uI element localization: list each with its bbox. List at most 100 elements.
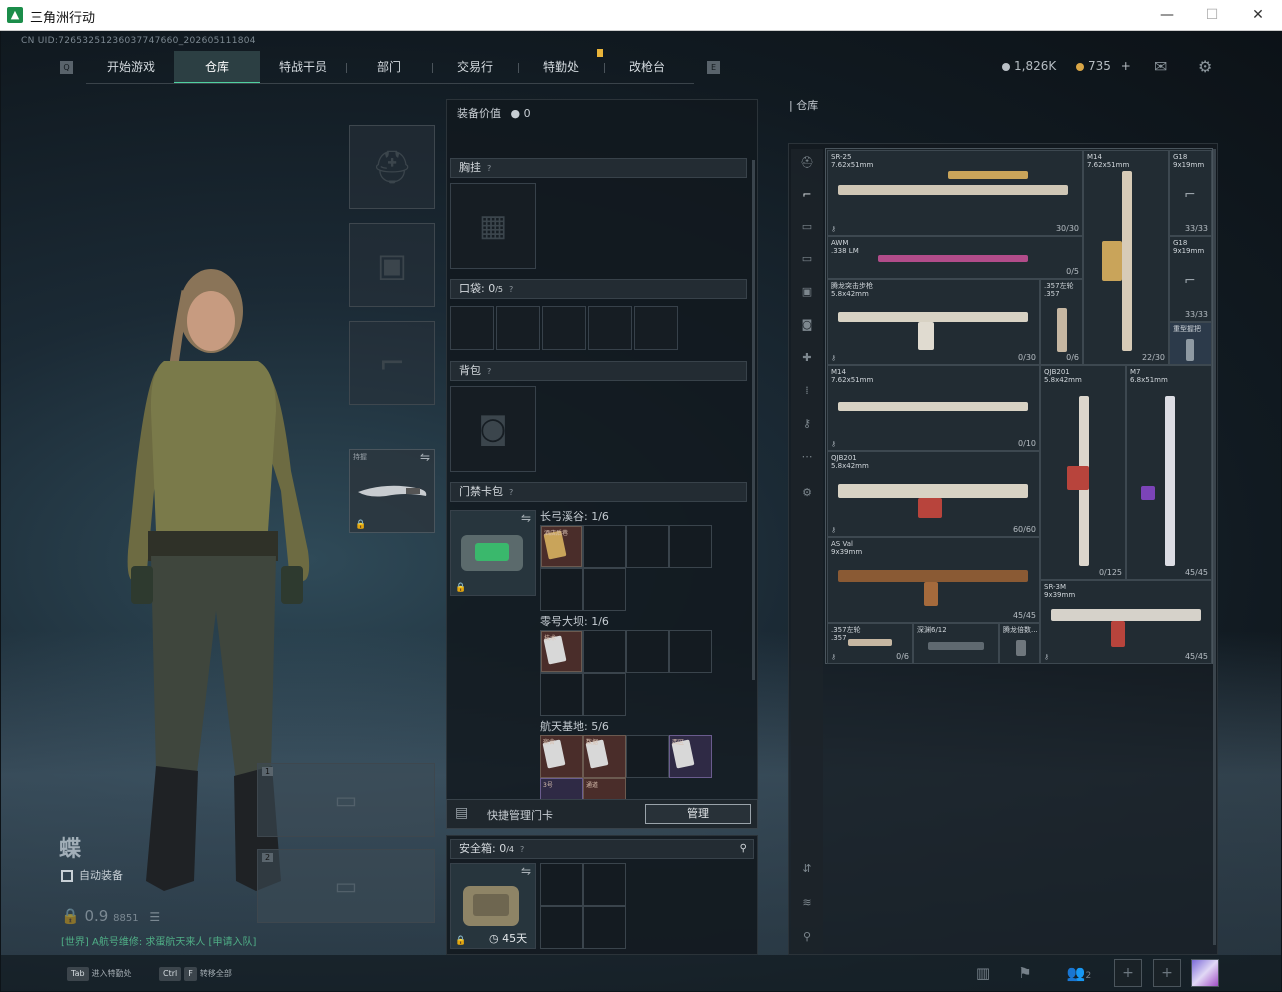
add-gold-button[interactable]: + bbox=[1121, 59, 1131, 73]
attachment-scope[interactable]: 深渊6/12 bbox=[913, 623, 999, 664]
keycard-slot[interactable] bbox=[669, 630, 712, 673]
maximize-button[interactable]: ☐ bbox=[1200, 4, 1224, 26]
warehouse-scrollbar[interactable] bbox=[1213, 149, 1216, 945]
scrollbar[interactable] bbox=[752, 160, 755, 680]
weapon-qjb201[interactable]: QJB201 5.8x42mm ⚷ 60/60 bbox=[827, 451, 1040, 537]
melee-slot[interactable]: 持握 ⇋ 🔒 bbox=[349, 449, 435, 533]
helmet-category-icon[interactable]: ⛑ bbox=[797, 153, 817, 173]
flag-icon[interactable]: ⚑ bbox=[1013, 961, 1037, 985]
tab-warehouse[interactable]: 仓库 bbox=[174, 51, 260, 84]
helmet-slot[interactable]: ⛑ bbox=[349, 125, 435, 209]
secure-slot[interactable] bbox=[540, 863, 583, 906]
mail-icon[interactable]: ✉ bbox=[1154, 57, 1167, 76]
weapon-357-revolver[interactable]: .357左轮 .357 ⚷ 0/6 bbox=[827, 623, 913, 664]
help-icon[interactable]: ? bbox=[509, 488, 513, 497]
attachment-tenglong-scope[interactable]: 腾龙倍数... bbox=[999, 623, 1040, 664]
next-tab-key[interactable]: E bbox=[707, 61, 720, 74]
backpack-slot[interactable]: ◙ bbox=[450, 386, 536, 472]
misc-category-icon[interactable]: ⋯ bbox=[797, 447, 817, 467]
keycard-item[interactable]: 酒店后巷 bbox=[541, 526, 582, 567]
item-slot-1[interactable]: 1 ▭ bbox=[257, 763, 435, 837]
player-avatar[interactable] bbox=[1191, 959, 1219, 987]
party-button[interactable]: 👥2 bbox=[1061, 961, 1097, 985]
invite-slot-button[interactable]: + bbox=[1114, 959, 1142, 987]
weapon-m14[interactable]: M14 7.62x51mm ⚷ 0/10 bbox=[827, 365, 1040, 451]
gear-icon[interactable]: ⚙ bbox=[1198, 57, 1212, 76]
keycard-item[interactable]: 3号 bbox=[540, 778, 583, 800]
weapon-357-revolver[interactable]: .357左轮 .357 0/6 bbox=[1040, 279, 1083, 365]
invite-slot-button[interactable]: + bbox=[1153, 959, 1181, 987]
help-icon[interactable]: ? bbox=[509, 285, 513, 294]
tab-special-ops[interactable]: 特勤处 bbox=[518, 51, 604, 84]
secure-slot[interactable] bbox=[540, 906, 583, 949]
secure-slot[interactable] bbox=[583, 863, 626, 906]
weapon-awm[interactable]: AWM .338 LM 0/5 bbox=[827, 236, 1083, 279]
weapon-g18[interactable]: G18 9x19mm ⌐ 33/33 bbox=[1169, 150, 1212, 236]
manage-button[interactable]: 管理 bbox=[645, 804, 751, 824]
list-icon[interactable]: ☰ bbox=[149, 910, 160, 924]
help-icon[interactable]: ? bbox=[487, 367, 491, 376]
keycard-slot[interactable] bbox=[626, 630, 669, 673]
tab-gunsmith[interactable]: 改枪台 bbox=[604, 51, 690, 84]
secure-slot[interactable] bbox=[583, 906, 626, 949]
stats-icon[interactable]: ▥ bbox=[971, 961, 995, 985]
minimize-button[interactable]: — bbox=[1155, 4, 1179, 26]
help-icon[interactable]: ? bbox=[520, 845, 524, 854]
swap-icon[interactable]: ⇋ bbox=[420, 450, 430, 464]
filter-icon[interactable]: ⚲ bbox=[797, 927, 817, 947]
keycard-item[interactable]: 宿舍 bbox=[540, 735, 583, 778]
keycard-slot[interactable] bbox=[540, 568, 583, 611]
secure-container-slot[interactable]: ⇋ 🔒 ◷ 45天 bbox=[450, 863, 536, 949]
keycard-slot[interactable] bbox=[583, 568, 626, 611]
tab-start-game[interactable]: 开始游戏 bbox=[88, 51, 174, 84]
pocket-slot[interactable] bbox=[588, 306, 632, 350]
keycard-slot[interactable] bbox=[540, 673, 583, 716]
keycard-item[interactable]: 西区 bbox=[669, 735, 712, 778]
key-category-icon[interactable]: ⚷ bbox=[797, 414, 817, 434]
tab-department[interactable]: 部门 bbox=[346, 51, 432, 84]
armor-category-icon[interactable]: ▣ bbox=[797, 282, 817, 302]
keycard-item[interactable]: 技术 bbox=[541, 631, 582, 672]
keycard-slot[interactable] bbox=[626, 525, 669, 568]
tab-market[interactable]: 交易行 bbox=[432, 51, 518, 84]
transfer-all-hint[interactable]: Ctrl F 转移全部 bbox=[159, 967, 232, 981]
ammo-category-icon[interactable]: ⁞ bbox=[797, 381, 817, 401]
keycard-slot[interactable] bbox=[583, 630, 626, 673]
tab-hint[interactable]: Tab 进入特勤处 bbox=[67, 967, 132, 981]
help-icon[interactable]: ? bbox=[487, 164, 491, 173]
weapon-m7[interactable]: M7 6.8x51mm 45/45 bbox=[1126, 365, 1212, 580]
sort-icon[interactable]: ⇵ bbox=[797, 859, 817, 879]
keycard-slot[interactable] bbox=[669, 525, 712, 568]
rifle-category-icon[interactable]: ▭ bbox=[797, 217, 817, 237]
weapon-sr3m[interactable]: SR-3M 9x39mm ⚷ 45/45 bbox=[1040, 580, 1212, 664]
pistol-slot[interactable]: ⌐ bbox=[349, 321, 435, 405]
bag-category-icon[interactable]: ◙ bbox=[797, 315, 817, 335]
layers-icon[interactable]: ≋ bbox=[797, 893, 817, 913]
prev-tab-key[interactable]: Q bbox=[60, 61, 73, 74]
swap-icon[interactable]: ⇋ bbox=[521, 511, 531, 525]
weapon-m14[interactable]: M14 7.62x51mm 22/30 bbox=[1083, 150, 1169, 365]
close-button[interactable]: ✕ bbox=[1246, 4, 1270, 26]
pocket-slot[interactable] bbox=[542, 306, 586, 350]
keycard-slot[interactable] bbox=[626, 735, 669, 778]
gear-icon[interactable]: ⚙ bbox=[797, 483, 817, 503]
checkbox-icon[interactable] bbox=[61, 870, 73, 882]
pocket-slot[interactable] bbox=[634, 306, 678, 350]
weapon-qjb201[interactable]: QJB201 5.8x42mm 0/125 bbox=[1040, 365, 1126, 580]
pocket-slot[interactable] bbox=[450, 306, 494, 350]
world-chat-line[interactable]: [世界] A航号维修: 求蛋航天来人 [申请入队] bbox=[61, 933, 256, 948]
tab-operators[interactable]: 特战干员 bbox=[260, 51, 346, 84]
pin-icon[interactable]: ⚲ bbox=[740, 840, 747, 858]
keycard-item[interactable]: 通道 bbox=[583, 778, 626, 800]
item-slot-2[interactable]: 2 ▭ bbox=[257, 849, 435, 923]
attachment-heavy-grip[interactable]: 重型握把 bbox=[1169, 322, 1212, 365]
keycard-slot[interactable] bbox=[583, 673, 626, 716]
swap-icon[interactable]: ⇋ bbox=[521, 864, 531, 878]
chest-rig-slot[interactable]: ▦ bbox=[450, 183, 536, 269]
smg-category-icon[interactable]: ▭ bbox=[797, 249, 817, 269]
gun-category-icon[interactable]: ⌐ bbox=[797, 185, 817, 205]
keycard-item[interactable]: 数据 bbox=[583, 735, 626, 778]
weapon-g18[interactable]: G18 9x19mm ⌐ 33/33 bbox=[1169, 236, 1212, 322]
armor-slot[interactable]: ▣ bbox=[349, 223, 435, 307]
pocket-slot[interactable] bbox=[496, 306, 540, 350]
